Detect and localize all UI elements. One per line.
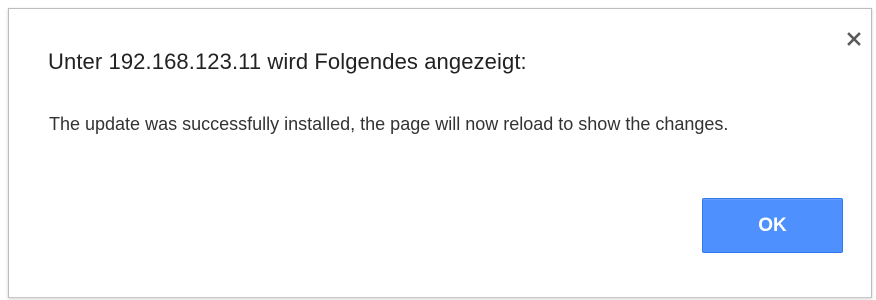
dialog-title: Unter 192.168.123.11 wird Folgendes ange… [48, 49, 527, 74]
close-icon[interactable] [841, 26, 867, 52]
alert-dialog: Unter 192.168.123.11 wird Folgendes ange… [8, 8, 872, 298]
ok-button[interactable]: OK [702, 198, 843, 253]
dialog-message: The update was successfully installed, t… [49, 114, 729, 134]
